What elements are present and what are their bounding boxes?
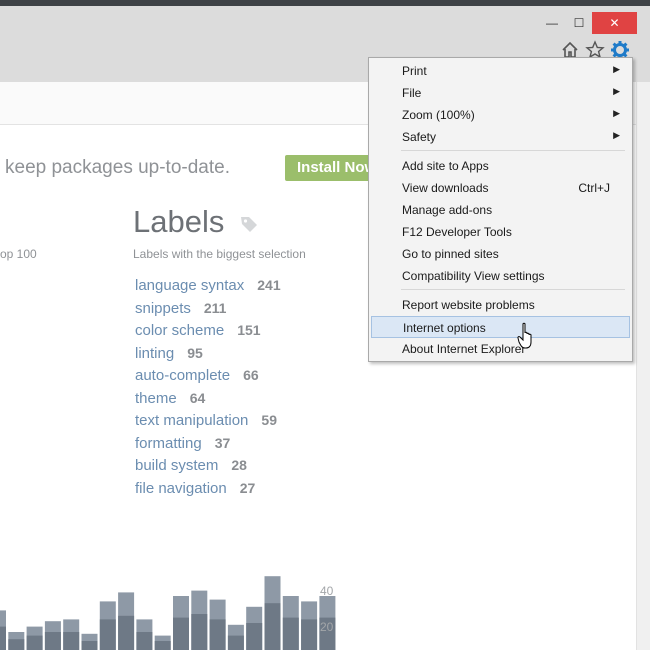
menu-item-label: Zoom (100%) xyxy=(402,108,475,122)
label-link[interactable]: language syntax xyxy=(135,277,244,294)
menu-item-label: File xyxy=(402,86,422,100)
chart-bar-segment xyxy=(44,632,61,650)
hero-tagline: keep packages up-to-date. xyxy=(5,157,230,178)
chart-bar-segment xyxy=(301,619,318,650)
chart-bar-segment xyxy=(118,615,135,650)
label-link[interactable]: text manipulation xyxy=(135,412,248,429)
menu-item-view-downloads[interactable]: View downloads Ctrl+J xyxy=(371,177,630,199)
menu-item-report-website-problems[interactable]: Report website problems xyxy=(371,294,630,316)
label-row: text manipulation 59 xyxy=(135,412,281,435)
menu-item-compatibility-view-settings[interactable]: Compatibility View settings xyxy=(371,265,630,287)
menu-separator xyxy=(401,150,625,151)
menu-item-label: Compatibility View settings xyxy=(402,269,545,283)
label-row: snippets 211 xyxy=(135,300,281,323)
top-100-caption: op 100 xyxy=(0,247,37,261)
menu-item-label: Manage add-ons xyxy=(402,203,493,217)
label-count: 211 xyxy=(203,299,227,316)
label-row: linting 95 xyxy=(135,345,281,368)
chart-bar-segment xyxy=(8,639,25,650)
menu-item-label: View downloads xyxy=(402,181,489,195)
menu-item-manage-add-ons[interactable]: Manage add-ons xyxy=(371,199,630,221)
submenu-arrow-icon: ▶ xyxy=(613,86,620,96)
label-link[interactable]: color scheme xyxy=(135,322,224,339)
label-link[interactable]: snippets xyxy=(135,300,191,317)
label-row: formatting 37 xyxy=(135,435,281,458)
menu-item-go-to-pinned-sites[interactable]: Go to pinned sites xyxy=(371,243,630,265)
chart-bar-segment xyxy=(209,619,226,650)
labels-heading: Labels xyxy=(133,204,259,240)
label-count: 241 xyxy=(257,277,281,293)
menu-item-label: F12 Developer Tools xyxy=(402,225,512,239)
chart-bar-segment xyxy=(99,619,116,650)
label-link[interactable]: file navigation xyxy=(135,480,227,497)
label-link[interactable]: linting xyxy=(135,345,174,362)
chart-bar-segment xyxy=(282,617,299,650)
labels-subtitle: Labels with the biggest selection xyxy=(133,247,306,261)
label-link[interactable]: build system xyxy=(135,457,218,474)
menu-item-label: Report website problems xyxy=(402,298,535,312)
chart-bar-segment xyxy=(173,617,189,650)
submenu-arrow-icon: ▶ xyxy=(613,108,620,118)
chart-bar-segment xyxy=(26,635,43,650)
label-link[interactable]: auto-complete xyxy=(135,367,230,384)
label-count: 37 xyxy=(214,434,231,451)
menu-item-about-internet-explorer[interactable]: About Internet Explorer xyxy=(371,338,630,360)
hand-cursor-icon xyxy=(517,322,532,349)
package-activity-chart xyxy=(0,576,336,650)
tools-menu: Print ▶ File ▶ Zoom (100%) ▶ Safety ▶ Add site t… xyxy=(368,57,633,362)
tag-icon xyxy=(240,217,257,232)
menu-item-label: Add site to Apps xyxy=(402,159,489,173)
chart-bar-segment xyxy=(227,635,244,650)
chart-bar-segment xyxy=(246,623,263,650)
menu-item-label: Go to pinned sites xyxy=(402,247,499,261)
page-scrollbar[interactable] xyxy=(636,82,650,650)
menu-item-internet-options[interactable]: Internet options xyxy=(371,316,630,338)
menu-item-label: About Internet Explorer xyxy=(402,342,526,356)
label-link[interactable]: theme xyxy=(135,390,177,407)
label-count: 28 xyxy=(231,457,247,473)
label-count: 95 xyxy=(187,344,203,361)
labels-list: language syntax 241 snippets 211 color schem… xyxy=(135,277,281,502)
chart-bar-segment xyxy=(63,632,80,650)
label-row: language syntax 241 xyxy=(135,277,281,300)
menu-item-add-site-to-apps[interactable]: Add site to Apps xyxy=(371,155,630,177)
chart-bar-segment xyxy=(0,626,6,650)
chart-bar-segment xyxy=(81,641,98,650)
labels-title-text: Labels xyxy=(133,204,225,239)
label-link[interactable]: formatting xyxy=(135,435,202,452)
minimize-button[interactable]: — xyxy=(538,12,566,34)
y-tick-label: 20 xyxy=(320,620,334,634)
label-count: 151 xyxy=(237,322,261,338)
menu-item-label: Print xyxy=(402,64,427,78)
submenu-arrow-icon: ▶ xyxy=(613,130,620,140)
chart-bar-segment xyxy=(136,632,153,650)
submenu-arrow-icon: ▶ xyxy=(613,64,620,74)
label-row: file navigation 27 xyxy=(135,480,281,503)
label-row: theme 64 xyxy=(135,390,281,413)
menu-item-file[interactable]: File ▶ xyxy=(371,82,630,104)
chart-bar-segment xyxy=(264,603,281,650)
menu-item-zoom-100[interactable]: Zoom (100%) ▶ xyxy=(371,104,630,126)
maximize-button[interactable]: ☐ xyxy=(566,12,592,34)
label-count: 27 xyxy=(239,479,256,496)
label-row: color scheme 151 xyxy=(135,322,281,345)
menu-separator xyxy=(401,289,625,290)
menu-item-safety[interactable]: Safety ▶ xyxy=(371,126,630,148)
y-tick-label: 40 xyxy=(320,584,334,598)
menu-item-label: Internet options xyxy=(403,321,486,335)
menu-item-shortcut: Ctrl+J xyxy=(578,181,610,195)
chart-bar-segment xyxy=(191,614,208,650)
menu-item-label: Safety xyxy=(402,130,437,144)
menu-item-print[interactable]: Print ▶ xyxy=(371,60,630,82)
label-row: build system 28 xyxy=(135,457,281,480)
label-count: 64 xyxy=(189,389,206,406)
label-row: auto-complete 66 xyxy=(135,367,281,390)
label-count: 59 xyxy=(261,412,277,428)
menu-item-f12-developer-tools[interactable]: F12 Developer Tools xyxy=(371,221,630,243)
chart-bar-segment xyxy=(154,641,171,650)
close-button[interactable]: ✕ xyxy=(592,12,637,34)
label-count: 66 xyxy=(243,367,259,383)
